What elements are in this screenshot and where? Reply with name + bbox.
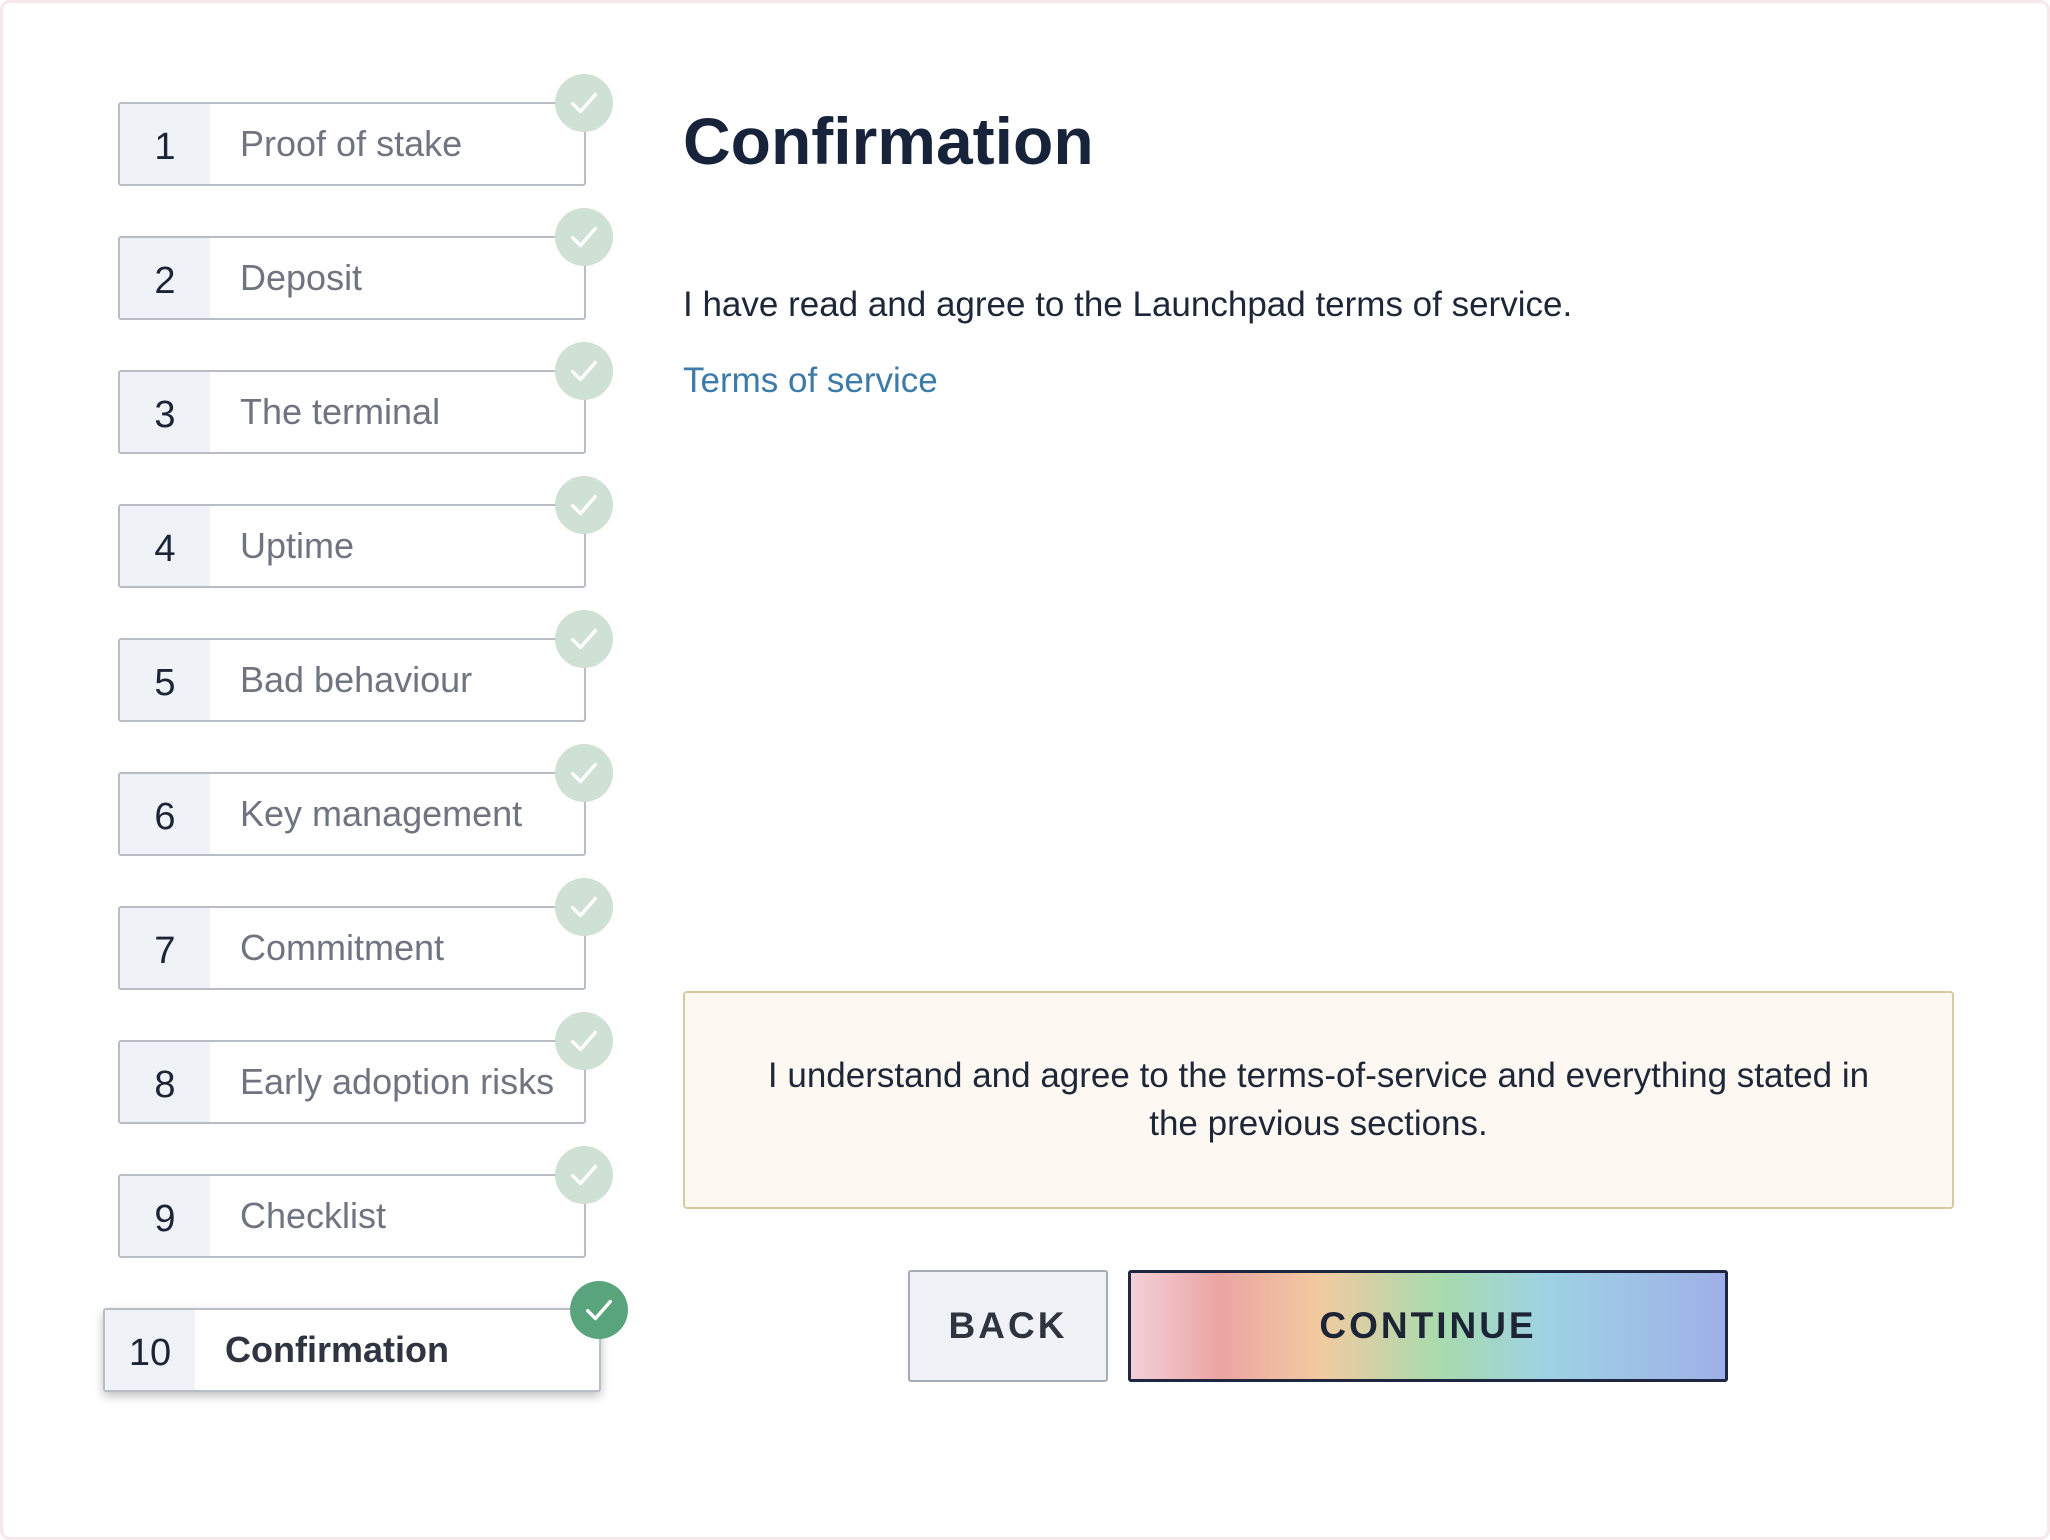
page: 1 Proof of stake 2 Deposit 3 The termina… [0,0,2050,1540]
continue-button[interactable]: CONTINUE [1128,1270,1728,1382]
check-icon [555,610,613,668]
back-button[interactable]: BACK [908,1270,1108,1382]
step-deposit[interactable]: 2 Deposit [118,236,586,320]
page-title: Confirmation [683,104,1094,178]
check-icon [555,1146,613,1204]
step-proof-of-stake[interactable]: 1 Proof of stake [118,102,586,186]
step-number: 5 [120,640,210,720]
check-icon [555,74,613,132]
step-label: Uptime [240,525,355,566]
step-label: Deposit [240,257,363,298]
step-label: Confirmation [225,1329,449,1370]
step-number: 8 [120,1042,210,1122]
step-number: 3 [120,372,210,452]
step-number: 6 [120,774,210,854]
step-number: 4 [120,506,210,586]
check-icon [555,1012,613,1070]
check-icon [555,744,613,802]
step-label: The terminal [240,391,441,432]
agree-text: I have read and agree to the Launchpad t… [683,285,1573,324]
step-number: 10 [105,1310,195,1390]
check-icon [555,878,613,936]
step-number: 9 [120,1176,210,1256]
terms-of-service-link[interactable]: Terms of service [683,361,938,401]
step-early-adoption-risks[interactable]: 8 Early adoption risks [118,1040,586,1124]
step-label: Checklist [240,1195,387,1236]
check-icon [555,476,613,534]
step-commitment[interactable]: 7 Commitment [118,906,586,990]
step-label: Key management [240,793,523,834]
step-bad-behaviour[interactable]: 5 Bad behaviour [118,638,586,722]
check-icon [555,342,613,400]
step-the-terminal[interactable]: 3 The terminal [118,370,586,454]
check-icon [555,208,613,266]
step-label: Commitment [240,927,445,968]
step-label: Early adoption risks [240,1061,555,1102]
step-uptime[interactable]: 4 Uptime [118,504,586,588]
step-number: 7 [120,908,210,988]
step-number: 1 [120,104,210,184]
step-label: Bad behaviour [240,659,473,700]
check-icon [570,1281,628,1339]
step-checklist[interactable]: 9 Checklist [118,1174,586,1258]
step-label: Proof of stake [240,123,463,164]
confirm-text: I understand and agree to the terms-of-s… [767,1056,1870,1143]
step-number: 2 [120,238,210,318]
step-key-management[interactable]: 6 Key management [118,772,586,856]
step-confirmation[interactable]: 10 Confirmation [103,1308,601,1392]
confirm-checkbox-panel[interactable]: I understand and agree to the terms-of-s… [683,991,1954,1209]
